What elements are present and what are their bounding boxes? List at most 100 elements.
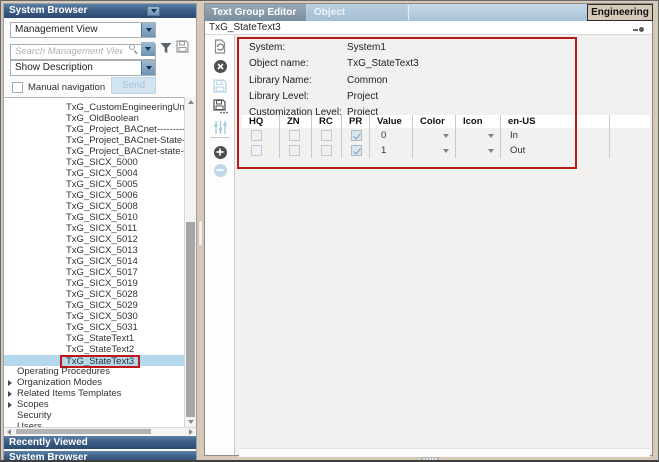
pr-checkbox[interactable]	[351, 145, 362, 156]
en-us-cell[interactable]: In	[500, 128, 609, 143]
color-cell[interactable]	[412, 143, 455, 158]
engineering-mode-tab[interactable]: Engineering	[587, 4, 653, 21]
color-dropdown-icon[interactable]	[443, 149, 449, 153]
send-button[interactable]: Send	[111, 77, 156, 94]
tree-horizontal-scrollbar[interactable]	[4, 427, 196, 435]
hq-checkbox[interactable]	[251, 130, 262, 141]
search-icon	[129, 44, 139, 54]
color-cell[interactable]	[412, 128, 455, 143]
tree-item[interactable]: TxG_SICX_5019	[4, 278, 184, 289]
scroll-down-icon[interactable]	[188, 420, 194, 424]
tree-item[interactable]: TxG_StateText2	[4, 344, 184, 355]
tree-item[interactable]: TxG_SICX_5031	[4, 322, 184, 333]
tree-item-label: TxG_OldBoolean	[66, 113, 139, 124]
zn-checkbox[interactable]	[289, 130, 300, 141]
tree-item-label: TxG_SICX_5012	[66, 234, 138, 245]
pin-icon[interactable]	[633, 27, 644, 32]
scroll-up-icon[interactable]	[188, 100, 194, 104]
tree-item[interactable]: TxG_SICX_5029	[4, 300, 184, 311]
tree-item[interactable]: TxG_StateText1	[4, 333, 184, 344]
expander-icon[interactable]	[8, 402, 12, 408]
tree-item[interactable]: TxG_SICX_5010	[4, 212, 184, 223]
tree-item[interactable]: TxG_StateText3	[4, 355, 184, 366]
value-cell[interactable]: 0	[369, 128, 412, 143]
object-title-bar: TxG_StateText3	[205, 21, 652, 35]
rc-checkbox[interactable]	[321, 145, 332, 156]
panel-splitter-handle[interactable]	[198, 220, 203, 247]
save-icon[interactable]	[212, 78, 228, 94]
tree-item[interactable]: Security	[4, 410, 184, 421]
tree-item[interactable]: Organization Modes	[4, 377, 184, 388]
icon-cell[interactable]	[455, 143, 500, 158]
tree-item[interactable]: TxG_SICX_5013	[4, 245, 184, 256]
expander-icon[interactable]	[8, 391, 12, 397]
cell-rc	[311, 143, 341, 158]
show-description-select[interactable]: Show Description	[10, 60, 156, 76]
rc-checkbox[interactable]	[321, 130, 332, 141]
tree-item[interactable]: Operating Procedures	[4, 366, 184, 377]
scrollbar-thumb[interactable]	[186, 222, 195, 417]
tab-separator	[408, 5, 409, 20]
tree-item[interactable]: TxG_Project_BACnet-state-#1-state-	[4, 146, 184, 157]
management-view-select[interactable]: Management View	[10, 22, 156, 38]
tree-item[interactable]: TxG_SICX_5000	[4, 157, 184, 168]
tree-item[interactable]: TxG_OldBoolean	[4, 113, 184, 124]
tree-item[interactable]: TxG_SICX_5014	[4, 256, 184, 267]
tree-item-label: TxG_StateText1	[66, 333, 134, 344]
window-resize-grip[interactable]	[421, 457, 439, 462]
tree-vertical-scrollbar[interactable]	[184, 97, 196, 427]
tree-item-label: Security	[17, 410, 51, 421]
refresh-document-icon[interactable]	[212, 38, 228, 54]
value-cell[interactable]: 1	[369, 143, 412, 158]
tree-item[interactable]: TxG_SICX_5012	[4, 234, 184, 245]
en-us-cell[interactable]: Out	[500, 143, 609, 158]
recently-viewed-bar[interactable]: Recently Viewed	[4, 436, 196, 449]
tree-item[interactable]: TxG_Project_BACnet----------	[4, 124, 184, 135]
system-browser-panel: System Browser Management View	[3, 3, 197, 461]
tab-object-configurator[interactable]: Object Configurator	[307, 4, 407, 21]
save-search-icon[interactable]	[176, 40, 189, 53]
tree-item[interactable]: TxG_SICX_5004	[4, 168, 184, 179]
tree-item[interactable]: TxG_SICX_5030	[4, 311, 184, 322]
cell-hq	[242, 143, 279, 158]
browser-controls: Management View Show Description	[4, 18, 196, 97]
tree-item[interactable]: TxG_SICX_5011	[4, 223, 184, 234]
hq-checkbox[interactable]	[251, 145, 262, 156]
add-icon[interactable]	[212, 144, 228, 160]
cell-zn	[279, 143, 311, 158]
tree-item[interactable]: Related Items Templates	[4, 388, 184, 399]
scrollbar-thumb[interactable]	[16, 429, 151, 434]
expander-icon[interactable]	[8, 380, 12, 386]
chevron-down-icon[interactable]	[141, 23, 155, 37]
color-dropdown-icon[interactable]	[443, 134, 449, 138]
tree-item[interactable]: TxG_SICX_5006	[4, 190, 184, 201]
tree-item[interactable]: TxG_CustomEngineeringUnits	[4, 102, 184, 113]
save-as-icon[interactable]	[212, 98, 228, 114]
pr-checkbox[interactable]	[351, 130, 362, 141]
chevron-down-icon[interactable]	[141, 42, 155, 56]
icon-cell[interactable]	[455, 128, 500, 143]
chevron-down-icon[interactable]	[141, 61, 155, 75]
icon-dropdown-icon[interactable]	[488, 134, 494, 138]
panel-menu-arrow-icon[interactable]	[147, 6, 160, 16]
column-settings-icon[interactable]	[212, 119, 228, 135]
tree-item[interactable]: TxG_SICX_5005	[4, 179, 184, 190]
tree-item[interactable]: TxG_SICX_5017	[4, 267, 184, 278]
tree-item[interactable]: TxG_SICX_5008	[4, 201, 184, 212]
manual-navigation-checkbox[interactable]	[12, 82, 23, 93]
system-browser-titlebar[interactable]: System Browser	[4, 4, 196, 18]
content-horizontal-scrollbar[interactable]	[239, 448, 650, 457]
scroll-right-icon[interactable]	[189, 429, 193, 435]
zn-checkbox[interactable]	[289, 145, 300, 156]
tree-item[interactable]: TxG_SICX_5028	[4, 289, 184, 300]
scroll-left-icon[interactable]	[7, 429, 11, 435]
app-window: System Browser Management View	[0, 0, 659, 462]
tree-item[interactable]: TxG_Project_BACnet-State-1-State-2	[4, 135, 184, 146]
filter-icon[interactable]	[160, 42, 172, 54]
system-browser-bar[interactable]: System Browser	[4, 451, 196, 462]
icon-dropdown-icon[interactable]	[488, 149, 494, 153]
remove-icon[interactable]	[212, 162, 228, 178]
tab-text-group-editor[interactable]: Text Group Editor	[205, 4, 306, 21]
delete-icon[interactable]	[212, 58, 228, 74]
tree-item[interactable]: Scopes	[4, 399, 184, 410]
